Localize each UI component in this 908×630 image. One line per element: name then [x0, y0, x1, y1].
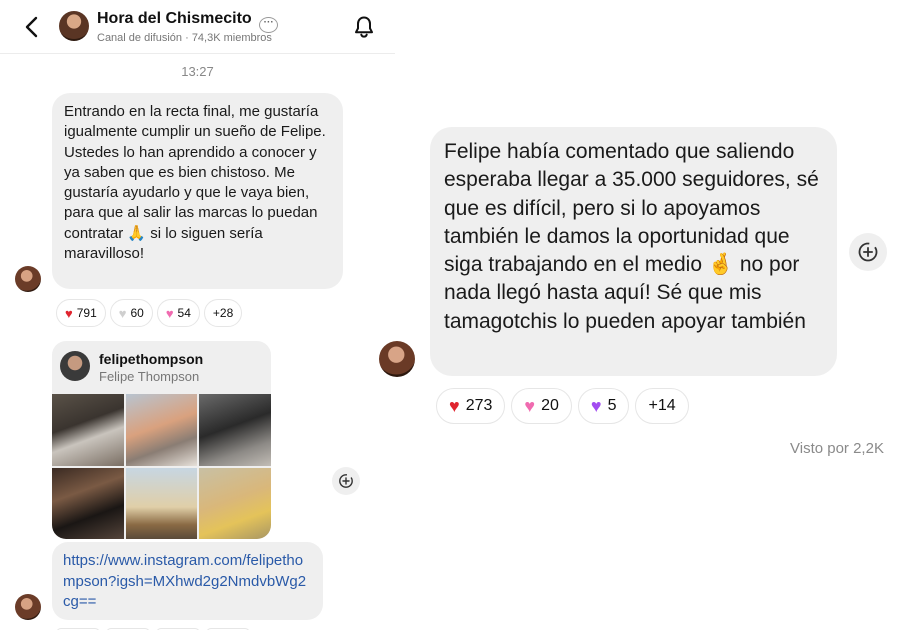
profile-photo-grid: [52, 394, 271, 539]
chat-bubble-icon: ···: [259, 17, 279, 33]
channel-title[interactable]: Hora del Chismecito ···: [97, 10, 279, 33]
share-icon: [339, 474, 353, 488]
reaction-count: 273: [465, 397, 493, 414]
reaction-more[interactable]: +14: [635, 388, 689, 424]
white-heart-icon: ♥: [118, 305, 127, 321]
channel-type: Canal de difusión: [97, 32, 183, 44]
channel-subtitle: Canal de difusión · 74,3K miembros: [97, 32, 272, 44]
sender-avatar[interactable]: [15, 266, 41, 292]
message-bubble[interactable]: Entrando en la recta final, me gustaría …: [52, 93, 343, 289]
reaction-heart-purple[interactable]: ♥ 5: [577, 388, 630, 424]
member-count: 74,3K miembros: [191, 32, 272, 44]
profile-photo: [125, 394, 198, 466]
profile-photo: [199, 467, 271, 539]
profile-share-card[interactable]: felipethompson Felipe Thompson: [52, 341, 271, 539]
back-arrow-icon[interactable]: [22, 14, 42, 40]
sender-avatar[interactable]: [379, 341, 415, 377]
reaction-count: 20: [541, 397, 559, 414]
reaction-count: 54: [177, 306, 191, 320]
share-icon: [858, 242, 878, 262]
channel-avatar[interactable]: [59, 11, 89, 41]
reaction-count: 60: [130, 306, 144, 320]
profile-photo: [199, 394, 271, 466]
reaction-heart-white[interactable]: ♥ 60: [109, 299, 153, 327]
reaction-more-count: +14: [648, 397, 676, 414]
profile-avatar: [60, 351, 90, 381]
reaction-count: 791: [76, 306, 97, 320]
message-link[interactable]: https://www.instagram.com/felipethompson…: [63, 551, 312, 613]
pink-heart-icon: ♥: [165, 305, 174, 321]
reaction-count: 5: [607, 397, 617, 414]
separator-dot: ·: [185, 32, 189, 44]
reaction-heart-red[interactable]: ♥ 273: [436, 388, 506, 424]
link-message-bubble[interactable]: https://www.instagram.com/felipethompson…: [52, 542, 323, 620]
reaction-heart-pink[interactable]: ♥ 20: [511, 388, 572, 424]
profile-photo: [52, 394, 124, 466]
purple-heart-icon: ♥: [590, 395, 602, 416]
reaction-more[interactable]: +28: [203, 299, 243, 327]
reaction-heart-pink[interactable]: ♥ 54: [156, 299, 200, 327]
seen-by-status: Visto por 2,2K: [790, 440, 884, 457]
sender-avatar[interactable]: [15, 594, 41, 620]
channel-title-text: Hora del Chismecito: [97, 10, 252, 27]
message-reactions: ♥ 791 ♥ 60 ♥ 54 +28: [56, 299, 243, 327]
profile-full-name: Felipe Thompson: [99, 369, 200, 384]
message-reactions: ♥ 273 ♥ 20 ♥ 5 +14: [436, 388, 689, 424]
profile-photo: [125, 467, 198, 539]
forward-button[interactable]: [332, 467, 360, 495]
chat-panel-left: Hora del Chismecito ··· Canal de difusió…: [0, 0, 395, 630]
message-bubble[interactable]: Felipe había comentado que saliendo espe…: [430, 127, 837, 376]
forward-button[interactable]: [849, 233, 887, 271]
red-heart-icon: ♥: [449, 395, 460, 416]
pink-heart-icon: ♥: [524, 395, 536, 416]
channel-header: Hora del Chismecito ··· Canal de difusió…: [0, 0, 395, 54]
message-timestamp: 13:27: [181, 64, 214, 79]
reaction-heart-red[interactable]: ♥ 791: [56, 299, 106, 327]
red-heart-icon: ♥: [65, 305, 73, 321]
profile-username: felipethompson: [99, 351, 204, 367]
bell-icon[interactable]: [353, 15, 375, 39]
profile-photo: [52, 467, 124, 539]
reactions-cutoff: [56, 625, 286, 630]
reaction-more-count: +28: [212, 306, 234, 320]
